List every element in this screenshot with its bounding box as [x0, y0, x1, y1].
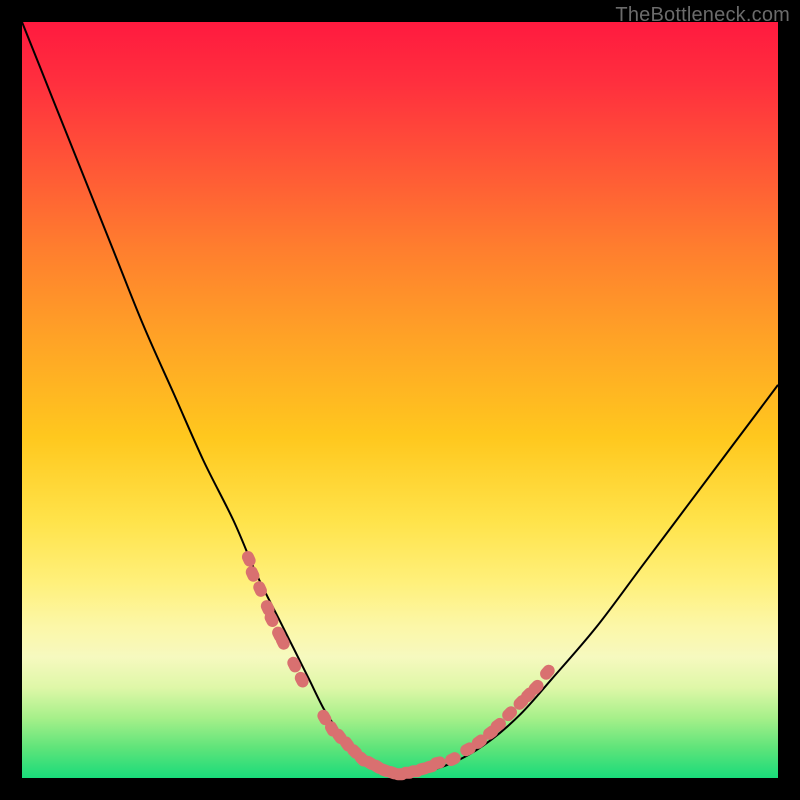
- curve-marker: [240, 549, 258, 569]
- marker-group: [240, 549, 557, 781]
- curve-marker: [293, 670, 311, 690]
- curve-marker: [285, 655, 303, 675]
- curve-marker: [538, 662, 558, 682]
- bottleneck-chart: [22, 22, 778, 778]
- bottleneck-curve-line: [22, 22, 778, 774]
